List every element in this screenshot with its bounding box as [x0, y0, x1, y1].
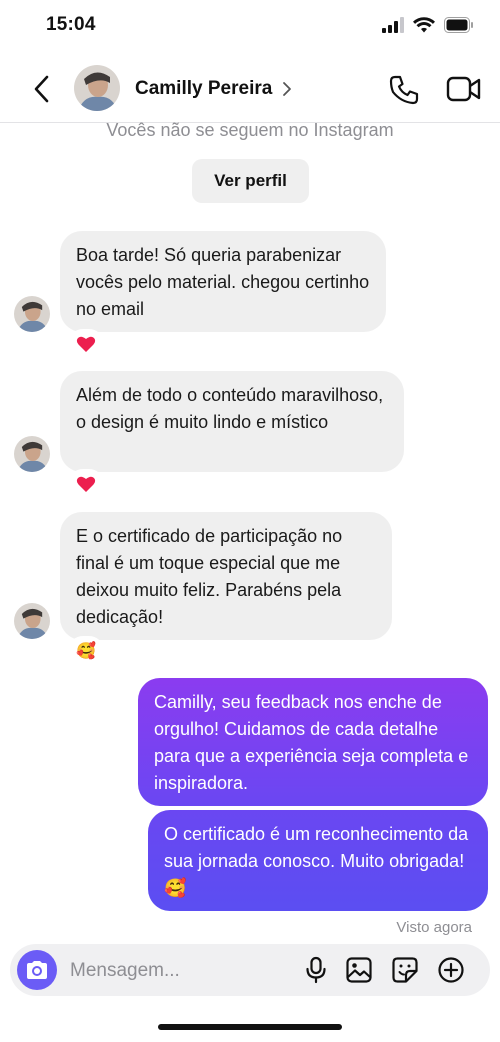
camera-button[interactable]	[17, 950, 57, 990]
message-reaction[interactable]	[70, 331, 102, 357]
follow-notice: Vocês não se seguem no Instagram	[106, 120, 394, 140]
seen-status: Visto agora	[396, 919, 472, 936]
phone-icon[interactable]	[388, 74, 420, 106]
avatar[interactable]	[14, 603, 50, 639]
message-text: E o certificado de participação no final…	[76, 526, 343, 627]
camera-icon	[27, 961, 47, 979]
view-profile-button[interactable]: Ver perfil	[192, 159, 309, 203]
smiling-face-with-hearts-icon: 🥰	[76, 643, 96, 660]
chevron-right-icon[interactable]	[281, 80, 293, 98]
avatar[interactable]	[14, 296, 50, 332]
status-time: 15:04	[46, 14, 96, 35]
signal-icon	[382, 17, 404, 33]
microphone-icon[interactable]	[302, 956, 330, 984]
received-message[interactable]: Além de todo o conteúdo maravilhoso, o d…	[60, 371, 404, 472]
received-message[interactable]: Boa tarde! Só queria parabenizar vocês p…	[60, 231, 386, 332]
wifi-icon	[413, 17, 435, 33]
avatar[interactable]	[74, 65, 120, 111]
image-icon[interactable]	[345, 956, 373, 984]
message-text: Boa tarde! Só queria parabenizar vocês p…	[76, 245, 370, 319]
message-text: O certificado é um reconhecimento da sua…	[164, 824, 469, 898]
heart-icon	[76, 476, 96, 492]
sent-message[interactable]: Camilly, seu feedback nos enche de orgul…	[138, 678, 488, 806]
message-text: Camilly, seu feedback nos enche de orgul…	[154, 692, 469, 793]
heart-icon	[76, 336, 96, 352]
message-reaction[interactable]: 🥰	[70, 638, 102, 664]
message-text: Além de todo o conteúdo maravilhoso, o d…	[76, 385, 384, 432]
message-input[interactable]	[68, 952, 292, 990]
video-camera-icon[interactable]	[446, 74, 482, 104]
avatar[interactable]	[14, 436, 50, 472]
status-icons	[382, 14, 474, 36]
sticker-icon[interactable]	[391, 956, 419, 984]
contact-name[interactable]: Camilly Pereira	[135, 78, 272, 100]
received-message[interactable]: E o certificado de participação no final…	[60, 512, 392, 640]
plus-circle-icon[interactable]	[437, 956, 465, 984]
back-icon[interactable]	[30, 74, 54, 104]
home-indicator	[158, 1024, 342, 1030]
message-reaction[interactable]	[70, 471, 102, 497]
sent-message[interactable]: O certificado é um reconhecimento da sua…	[148, 810, 488, 911]
battery-icon	[444, 17, 473, 33]
